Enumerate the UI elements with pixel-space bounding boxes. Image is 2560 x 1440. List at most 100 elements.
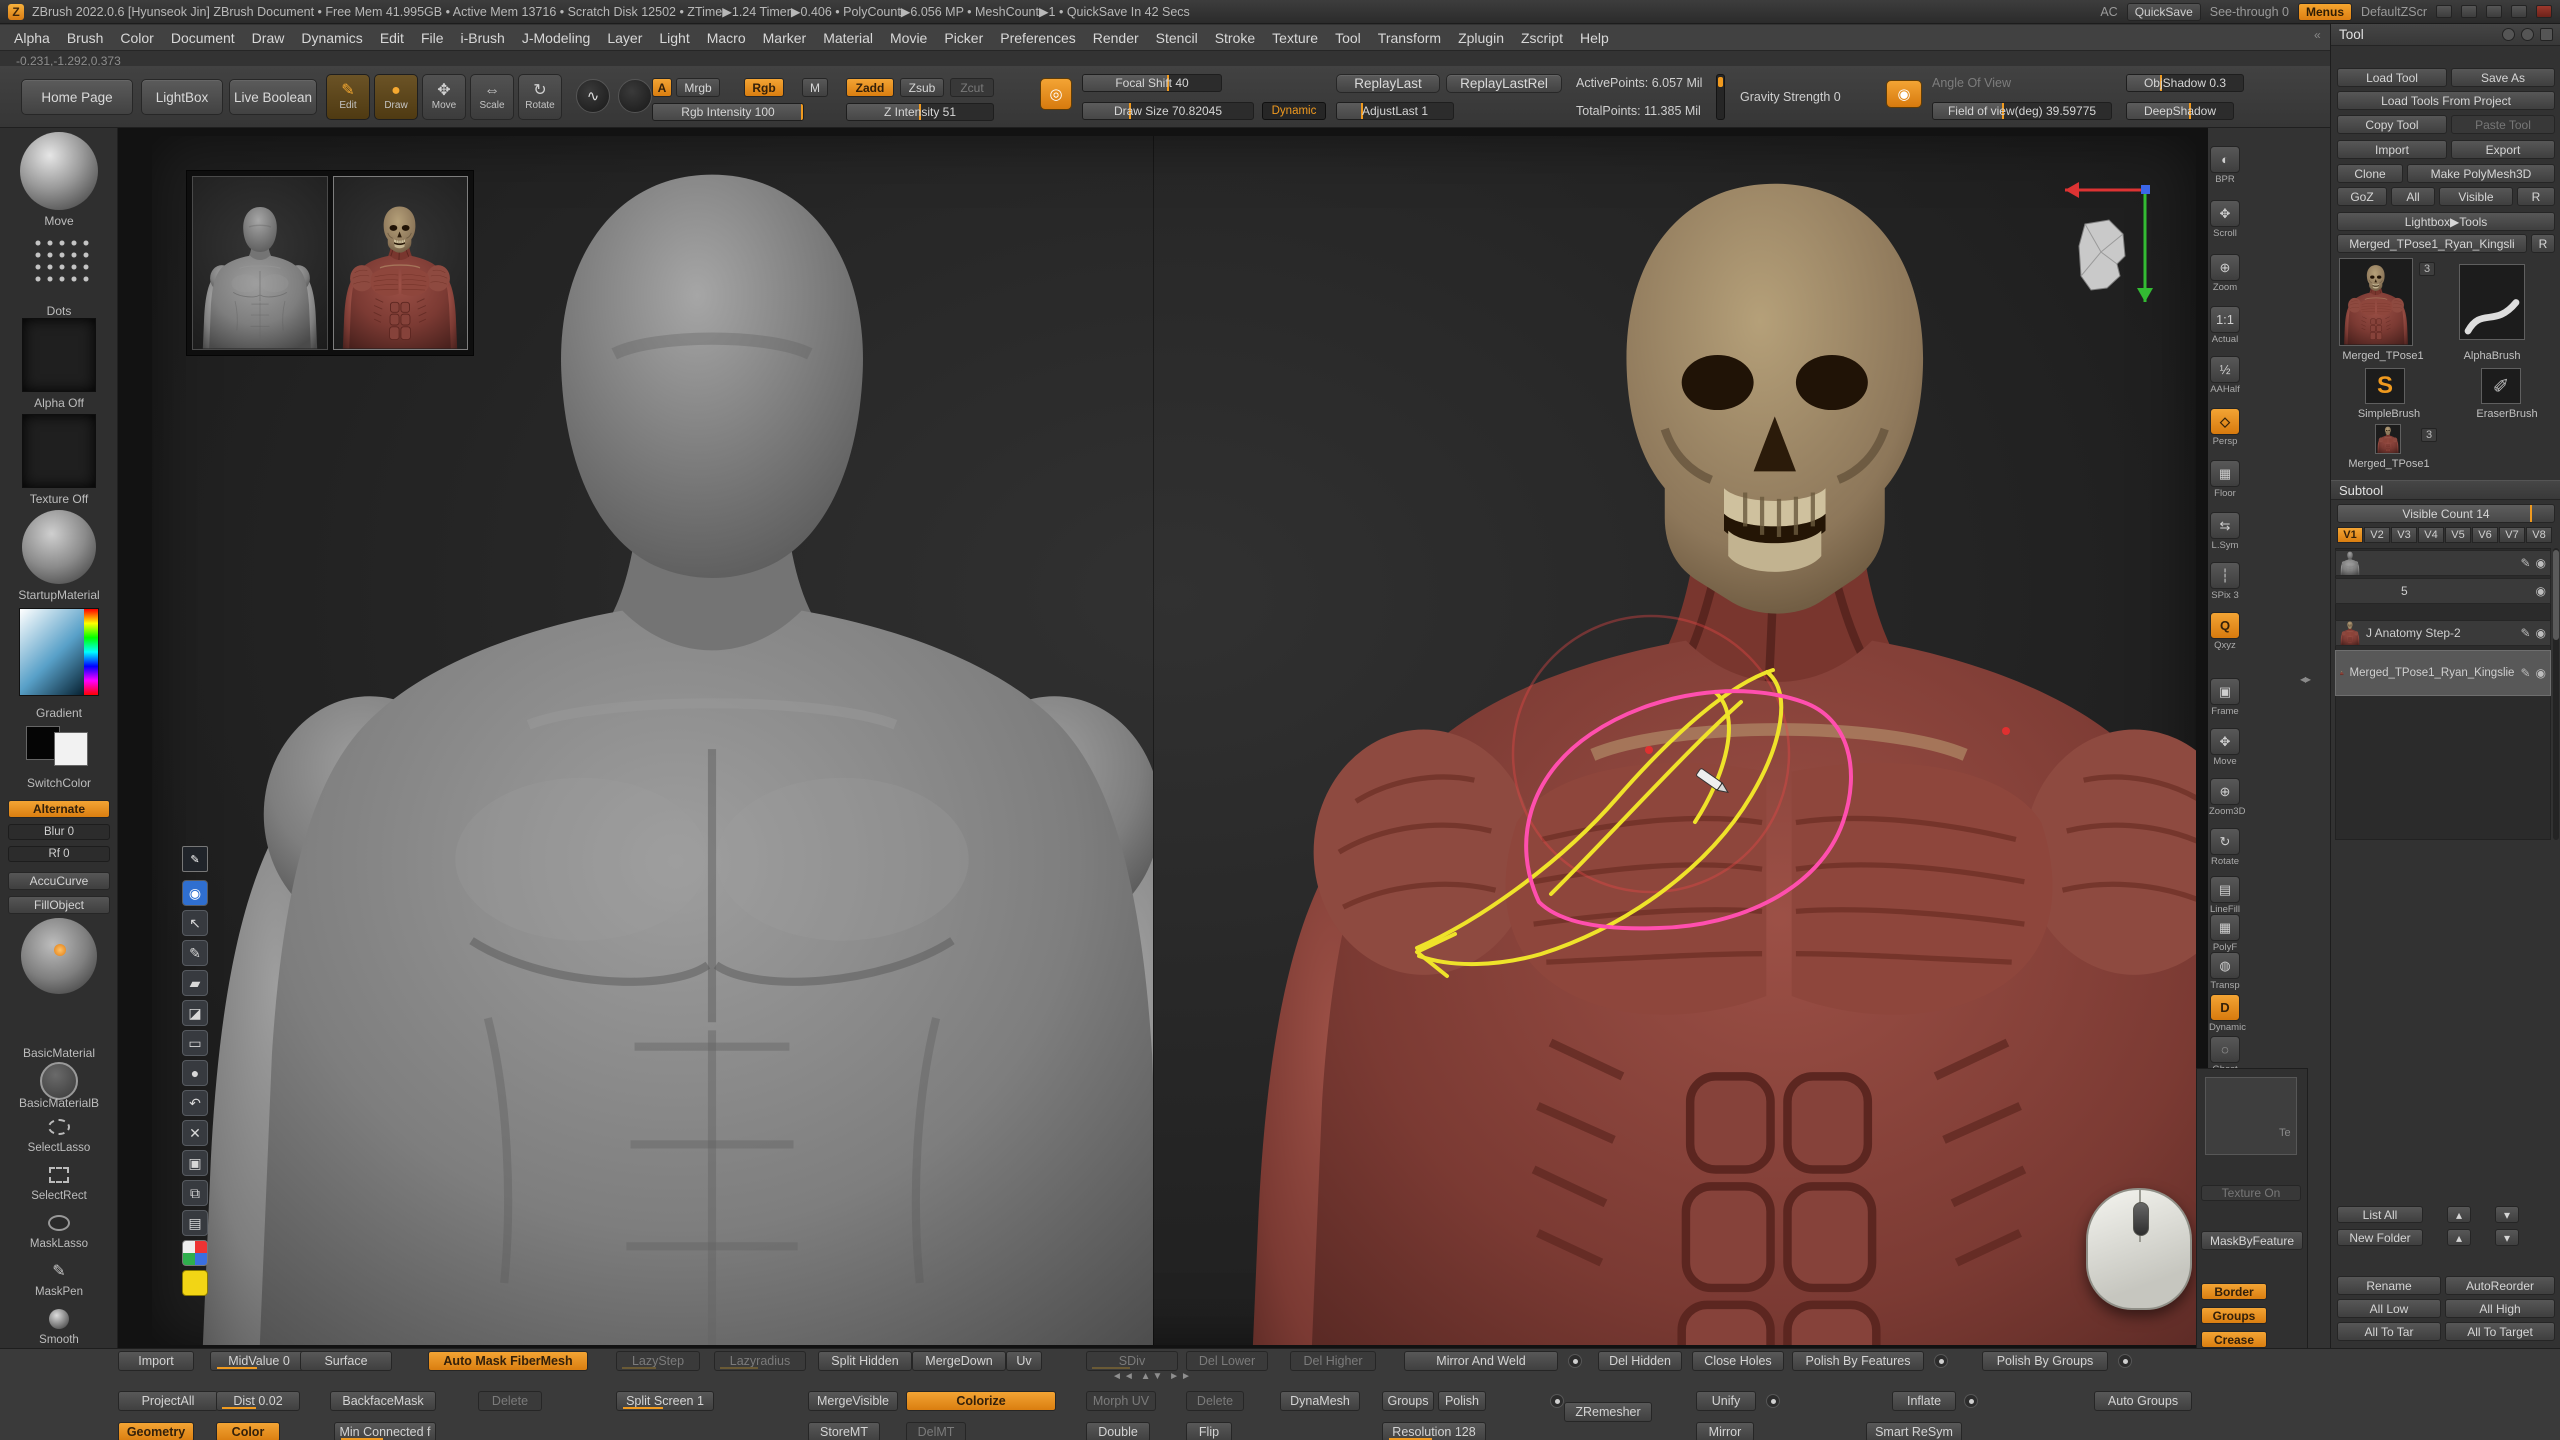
shelf-button[interactable]: ⊕ Zoom [2209, 254, 2241, 293]
canvas-area[interactable]: ✎◉↖✎▰◪▭●↶✕▣⧉▤ [118, 128, 2208, 1348]
texture-preview-box[interactable] [2205, 1077, 2297, 1155]
bottom-button[interactable]: SDiv [1086, 1351, 1178, 1371]
subtool-row-selected[interactable]: Merged_TPose1_Ryan_Kingslie ✎◉ [2335, 650, 2551, 696]
home-page-button[interactable]: Home Page [21, 79, 133, 115]
eye-icon[interactable]: ◉ [2536, 626, 2546, 640]
rf-slider[interactable]: Rf 0 [8, 846, 110, 862]
palette-menu-icon[interactable] [2540, 28, 2553, 41]
bottom-button[interactable]: MergeDown [912, 1351, 1006, 1371]
menu-item[interactable]: Stroke [1215, 30, 1255, 46]
texture-on-button[interactable]: Texture On [2201, 1185, 2301, 1201]
menu-item[interactable]: Brush [67, 30, 104, 46]
shelf-button[interactable]: ▤ LineFill [2209, 876, 2241, 915]
menu-item[interactable]: Render [1093, 30, 1139, 46]
bottom-button[interactable]: Surface [300, 1351, 392, 1371]
lightbox-button[interactable]: LightBox [141, 79, 223, 115]
palette-icon[interactable] [182, 1240, 208, 1266]
menu-item[interactable]: Movie [890, 30, 927, 46]
bottom-button[interactable]: MidValue 0 [210, 1351, 308, 1371]
bottom-button[interactable]: Split Screen 1 [616, 1391, 714, 1411]
bottom-button[interactable]: MergeVisible [808, 1391, 898, 1411]
shelf-button[interactable]: D Dynamic [2209, 994, 2241, 1033]
menu-item[interactable]: J-Modeling [522, 30, 590, 46]
menu-item[interactable]: Zplugin [1458, 30, 1504, 46]
quicksave-button[interactable]: QuickSave [2127, 3, 2201, 21]
visibility-tab[interactable]: V6 [2472, 527, 2498, 543]
color-swatch-yellow[interactable] [182, 1270, 208, 1296]
bottom-button[interactable]: LazyStep [616, 1351, 700, 1371]
all-high-button[interactable]: All High [2445, 1299, 2555, 1318]
basic-materialb-thumbnail[interactable] [40, 1062, 78, 1100]
brush-masklasso[interactable]: MaskLasso [0, 1210, 118, 1250]
rgb-intensity-slider[interactable]: Rgb Intensity 100 [652, 103, 804, 121]
m-button[interactable]: M [802, 78, 828, 97]
bottom-button[interactable]: Double [1086, 1422, 1150, 1440]
visibility-tab[interactable]: V1 [2337, 527, 2363, 543]
bottom-button[interactable]: BackfaceMask [330, 1391, 436, 1411]
goz-r-button[interactable]: R [2517, 187, 2555, 206]
a-toggle[interactable]: A [652, 78, 672, 97]
current-tool-button[interactable]: Merged_TPose1_Ryan_Kingsli [2337, 234, 2527, 253]
menu-item[interactable]: Light [659, 30, 689, 46]
viewport-right[interactable] [1155, 136, 2196, 1345]
zcut-button[interactable]: Zcut [950, 78, 994, 97]
menu-item[interactable]: Alpha [14, 30, 50, 46]
bottom-button[interactable]: Morph UV [1086, 1391, 1156, 1411]
all-to-tar-button[interactable]: All To Tar [2337, 1322, 2441, 1341]
bottom-button[interactable]: Auto Groups [2094, 1391, 2192, 1411]
obj-shadow-slider[interactable]: ObjShadow 0.3 [2126, 74, 2244, 92]
draw-size-icon[interactable]: ◎ [1040, 78, 1072, 110]
current-material-thumbnail[interactable] [22, 510, 96, 584]
import-button[interactable]: Import [2337, 140, 2447, 159]
shelf-button[interactable]: ✥ Move [2209, 728, 2241, 767]
toggle-dot[interactable] [1766, 1394, 1780, 1408]
canvas-scroll-arrows[interactable]: ◄◄ ▲▼ ►► [1112, 1371, 1193, 1382]
shelf-button[interactable]: ⊕ Zoom3D [2209, 778, 2241, 817]
bottom-button[interactable]: StoreMT [808, 1422, 880, 1440]
shelf-button[interactable]: ↻ Rotate [2209, 828, 2241, 867]
bottom-button[interactable]: DynaMesh [1280, 1391, 1360, 1411]
goz-all-button[interactable]: All [2391, 187, 2435, 206]
shelf-button[interactable]: ▦ Floor [2209, 460, 2241, 499]
autoreorder-button[interactable]: AutoReorder [2445, 1276, 2555, 1295]
bottom-button[interactable]: Unify [1696, 1391, 1756, 1411]
edit-mode-button[interactable]: ✎Edit [326, 74, 370, 120]
menu-item[interactable]: Texture [1272, 30, 1318, 46]
subtool-row-count[interactable]: 5 ◉ [2335, 578, 2551, 604]
z-intensity-slider[interactable]: Z Intensity 51 [846, 103, 994, 121]
bottom-button[interactable]: Import [118, 1351, 194, 1371]
thumbnail-anatomy-model[interactable] [333, 176, 469, 350]
menu-item[interactable]: Draw [252, 30, 285, 46]
menu-item[interactable]: Dynamics [301, 30, 362, 46]
eraser-icon[interactable]: ◪ [182, 1000, 208, 1026]
all-to-target-button[interactable]: All To Target [2445, 1322, 2555, 1341]
bottom-button[interactable]: Groups [1382, 1391, 1434, 1411]
visibility-tab[interactable]: V7 [2499, 527, 2525, 543]
menu-item[interactable]: i-Brush [461, 30, 505, 46]
mask-by-feature-button[interactable]: MaskByFeature [2201, 1231, 2303, 1250]
bottom-button[interactable]: Split Hidden [818, 1351, 912, 1371]
adjust-last-slider[interactable]: AdjustLast 1 [1336, 102, 1454, 120]
focal-shift-slider[interactable]: Focal Shift 40 [1082, 74, 1222, 92]
alpha-brush-thumbnail[interactable] [2459, 264, 2525, 340]
load-tools-from-project-button[interactable]: Load Tools From Project [2337, 91, 2555, 110]
rotate-mode-button[interactable]: ↻Rotate [518, 74, 562, 120]
zscript-label[interactable]: DefaultZScr [2361, 5, 2427, 19]
move-down-button[interactable]: ▾ [2495, 1206, 2519, 1223]
replay-last-rel-button[interactable]: ReplayLastRel [1446, 74, 1562, 93]
zsub-button[interactable]: Zsub [900, 78, 944, 97]
bottom-button[interactable]: Delete [478, 1391, 542, 1411]
close-icon[interactable] [2536, 5, 2552, 18]
simple-brush-thumbnail[interactable]: S [2365, 368, 2405, 404]
bottom-button[interactable]: Min Connected f [334, 1422, 436, 1440]
zadd-button[interactable]: Zadd [846, 78, 894, 97]
menu-item[interactable]: Edit [380, 30, 404, 46]
clipboard-icon[interactable]: ⧉ [182, 1180, 208, 1206]
bottom-button[interactable]: Del Higher [1290, 1351, 1376, 1371]
bottom-button[interactable]: Geometry [118, 1422, 194, 1440]
color-hue-strip[interactable] [84, 609, 98, 695]
shelf-button[interactable]: ⇆ L.Sym [2209, 512, 2241, 551]
crease-button[interactable]: Crease [2201, 1331, 2267, 1348]
brush-selectlasso[interactable]: SelectLasso [0, 1114, 118, 1154]
clone-button[interactable]: Clone [2337, 164, 2403, 183]
